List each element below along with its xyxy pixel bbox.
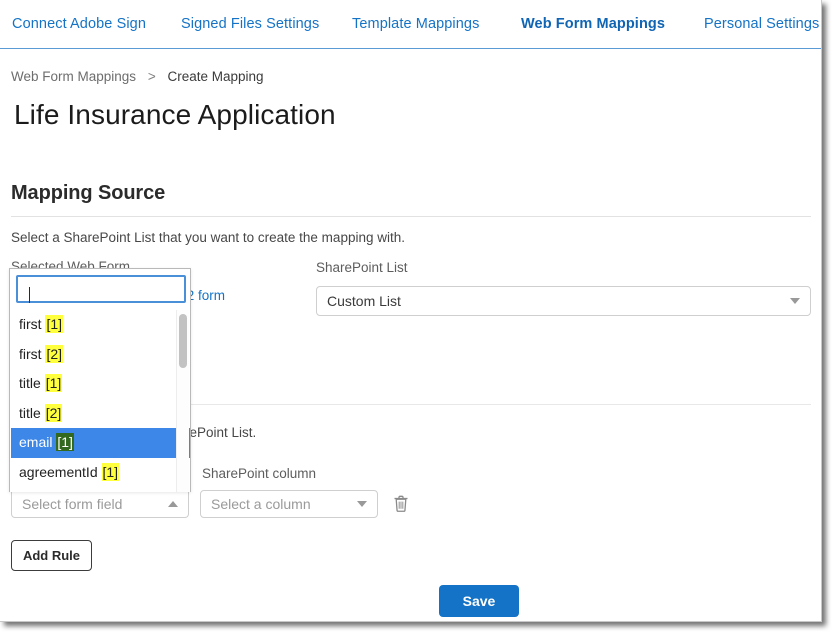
chevron-up-icon <box>168 501 178 507</box>
option-match-highlight: [1] <box>56 433 74 451</box>
option-match-highlight: [2] <box>45 345 63 363</box>
chevron-down-icon <box>790 298 800 304</box>
form-field-select[interactable]: Select form field <box>11 490 189 518</box>
option-field-name: title <box>19 375 45 391</box>
breadcrumb-parent-link[interactable]: Web Form Mappings <box>11 69 136 84</box>
sharepoint-column-select[interactable]: Select a column <box>200 490 378 518</box>
page-sheet: Connect Adobe Sign Signed Files Settings… <box>0 0 822 622</box>
breadcrumb: Web Form Mappings > Create Mapping <box>11 69 264 84</box>
form-field-option[interactable]: title [2] <box>11 399 191 429</box>
form-field-select-placeholder: Select form field <box>22 496 162 512</box>
sharepoint-column-select-placeholder: Select a column <box>211 496 351 512</box>
option-field-name: email <box>19 434 56 450</box>
mapping-source-helper-text: Select a SharePoint List that you want t… <box>11 230 405 245</box>
text-cursor <box>29 287 30 303</box>
save-button[interactable]: Save <box>439 585 519 617</box>
option-field-name: first <box>19 346 45 362</box>
option-match-highlight: [1] <box>102 463 120 481</box>
form-field-option[interactable]: email [1] <box>11 428 191 458</box>
delete-rule-button[interactable] <box>390 493 412 515</box>
option-field-name: agreementId <box>19 464 102 480</box>
sharepoint-list-selected-value: Custom List <box>327 293 784 309</box>
option-match-highlight: [1] <box>45 315 63 333</box>
sharepoint-list-select[interactable]: Custom List <box>316 286 811 316</box>
form-field-search-wrapper <box>16 275 186 303</box>
nav-tab-connect-adobe-sign[interactable]: Connect Adobe Sign <box>12 16 146 32</box>
option-field-name: title <box>19 405 45 421</box>
breadcrumb-current: Create Mapping <box>167 69 263 84</box>
form-field-option[interactable]: first [1] <box>11 310 191 340</box>
sharepoint-list-label: SharePoint List <box>316 260 408 275</box>
form-field-option-list[interactable]: first [1]first [2]title [1]title [2]emai… <box>11 310 191 492</box>
scrollbar-thumb[interactable] <box>179 314 187 368</box>
nav-tab-personal-settings[interactable]: Personal Settings <box>704 16 819 32</box>
trash-icon <box>390 493 412 515</box>
add-rule-button[interactable]: Add Rule <box>11 540 92 571</box>
section-title-mapping-source: Mapping Source <box>11 182 165 205</box>
top-navigation: Connect Adobe Sign Signed Files Settings… <box>0 0 822 49</box>
option-field-name: first <box>19 316 45 332</box>
option-match-highlight: [1] <box>45 374 63 392</box>
form-field-option[interactable]: agreementId [1] <box>11 458 191 488</box>
nav-tab-web-form-mappings[interactable]: Web Form Mappings <box>521 16 665 32</box>
nav-tab-template-mappings[interactable]: Template Mappings <box>352 16 479 32</box>
form-field-option[interactable]: first [2] <box>11 340 191 370</box>
form-field-dropdown-panel: first [1]first [2]title [1]title [2]emai… <box>9 268 191 492</box>
chevron-down-icon <box>357 501 367 507</box>
form-field-option[interactable]: title [1] <box>11 369 191 399</box>
section-divider-top <box>11 216 811 217</box>
nav-tab-signed-files-settings[interactable]: Signed Files Settings <box>181 16 319 32</box>
page-title: Life Insurance Application <box>14 99 336 131</box>
app-screenshot: Connect Adobe Sign Signed Files Settings… <box>0 0 832 632</box>
breadcrumb-separator: > <box>148 69 156 84</box>
form-field-dropdown-scrollbar[interactable] <box>176 310 189 492</box>
sharepoint-column-label: SharePoint column <box>202 466 316 481</box>
form-field-search-input[interactable] <box>16 275 186 303</box>
option-match-highlight: [2] <box>45 404 63 422</box>
